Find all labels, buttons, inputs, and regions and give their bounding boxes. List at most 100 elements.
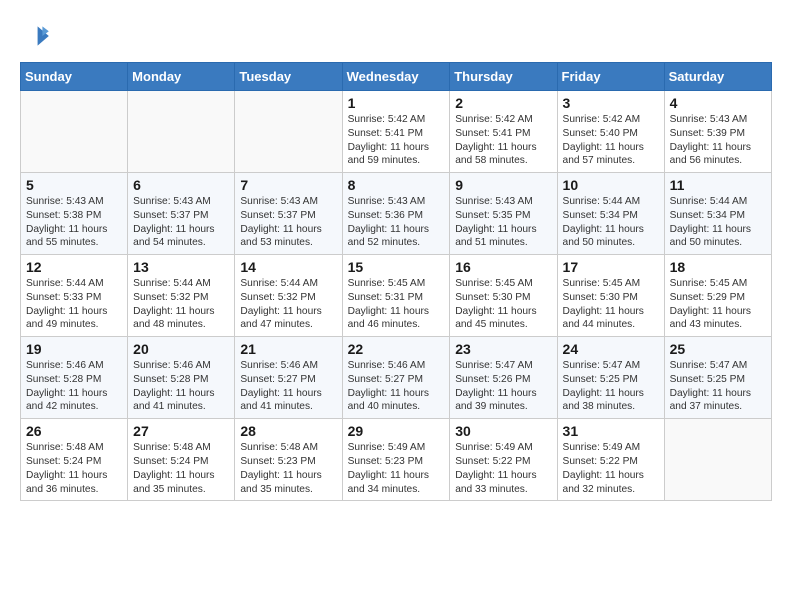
cell-content: Sunrise: 5:42 AM Sunset: 5:41 PM Dayligh… — [455, 113, 551, 168]
cell-content: Sunrise: 5:49 AM Sunset: 5:22 PM Dayligh… — [455, 441, 551, 496]
calendar-cell: 29 Sunrise: 5:49 AM Sunset: 5:23 PM Dayli… — [342, 419, 450, 501]
calendar-cell: 8 Sunrise: 5:43 AM Sunset: 5:36 PM Daylig… — [342, 173, 450, 255]
day-number: 8 — [348, 177, 445, 193]
calendar-week-4: 26Sunrise: 5:48 AM Sunset: 5:24 PM Dayli… — [21, 419, 772, 501]
calendar-week-1: 5 Sunrise: 5:43 AM Sunset: 5:38 PM Daylig… — [21, 173, 772, 255]
calendar-cell: 26Sunrise: 5:48 AM Sunset: 5:24 PM Dayli… — [21, 419, 128, 501]
cell-content: Sunrise: 5:45 AM Sunset: 5:29 PM Dayligh… — [670, 277, 766, 332]
calendar-cell: 1 Sunrise: 5:42 AM Sunset: 5:41 PM Daylig… — [342, 91, 450, 173]
cell-content: Sunrise: 5:48 AM Sunset: 5:24 PM Dayligh… — [26, 441, 122, 496]
day-number: 31 — [563, 423, 659, 439]
day-number: 9 — [455, 177, 551, 193]
cell-content: Sunrise: 5:45 AM Sunset: 5:30 PM Dayligh… — [455, 277, 551, 332]
cell-content: Sunrise: 5:43 AM Sunset: 5:39 PM Dayligh… — [670, 113, 766, 168]
day-number: 27 — [133, 423, 229, 439]
calendar-cell: 7Sunrise: 5:43 AM Sunset: 5:37 PM Daylig… — [235, 173, 342, 255]
cell-content: Sunrise: 5:47 AM Sunset: 5:25 PM Dayligh… — [670, 359, 766, 414]
col-header-tuesday: Tuesday — [235, 63, 342, 91]
cell-content: Sunrise: 5:43 AM Sunset: 5:35 PM Dayligh… — [455, 195, 551, 250]
calendar-cell: 16 Sunrise: 5:45 AM Sunset: 5:30 PM Dayli… — [450, 255, 557, 337]
calendar-cell: 20 Sunrise: 5:46 AM Sunset: 5:28 PM Dayli… — [128, 337, 235, 419]
calendar-cell: 25Sunrise: 5:47 AM Sunset: 5:25 PM Dayli… — [664, 337, 771, 419]
calendar-cell: 21 Sunrise: 5:46 AM Sunset: 5:27 PM Dayli… — [235, 337, 342, 419]
cell-content: Sunrise: 5:45 AM Sunset: 5:31 PM Dayligh… — [348, 277, 445, 332]
day-number: 2 — [455, 95, 551, 111]
logo-icon — [20, 20, 52, 52]
day-number: 20 — [133, 341, 229, 357]
cell-content: Sunrise: 5:47 AM Sunset: 5:25 PM Dayligh… — [563, 359, 659, 414]
header-row: SundayMondayTuesdayWednesdayThursdayFrid… — [21, 63, 772, 91]
calendar-cell: 30 Sunrise: 5:49 AM Sunset: 5:22 PM Dayli… — [450, 419, 557, 501]
cell-content: Sunrise: 5:43 AM Sunset: 5:36 PM Dayligh… — [348, 195, 445, 250]
cell-content: Sunrise: 5:44 AM Sunset: 5:33 PM Dayligh… — [26, 277, 122, 332]
day-number: 1 — [348, 95, 445, 111]
day-number: 4 — [670, 95, 766, 111]
cell-content: Sunrise: 5:44 AM Sunset: 5:34 PM Dayligh… — [563, 195, 659, 250]
calendar-week-2: 12Sunrise: 5:44 AM Sunset: 5:33 PM Dayli… — [21, 255, 772, 337]
cell-content: Sunrise: 5:45 AM Sunset: 5:30 PM Dayligh… — [563, 277, 659, 332]
cell-content: Sunrise: 5:43 AM Sunset: 5:37 PM Dayligh… — [240, 195, 336, 250]
day-number: 11 — [670, 177, 766, 193]
calendar-cell: 11 Sunrise: 5:44 AM Sunset: 5:34 PM Dayli… — [664, 173, 771, 255]
calendar-cell: 22 Sunrise: 5:46 AM Sunset: 5:27 PM Dayli… — [342, 337, 450, 419]
day-number: 14 — [240, 259, 336, 275]
day-number: 30 — [455, 423, 551, 439]
cell-content: Sunrise: 5:44 AM Sunset: 5:34 PM Dayligh… — [670, 195, 766, 250]
calendar-cell: 3 Sunrise: 5:42 AM Sunset: 5:40 PM Daylig… — [557, 91, 664, 173]
day-number: 22 — [348, 341, 445, 357]
calendar-cell: 13Sunrise: 5:44 AM Sunset: 5:32 PM Dayli… — [128, 255, 235, 337]
cell-content: Sunrise: 5:46 AM Sunset: 5:27 PM Dayligh… — [348, 359, 445, 414]
day-number: 29 — [348, 423, 445, 439]
calendar-week-0: 1 Sunrise: 5:42 AM Sunset: 5:41 PM Daylig… — [21, 91, 772, 173]
day-number: 21 — [240, 341, 336, 357]
day-number: 6 — [133, 177, 229, 193]
day-number: 3 — [563, 95, 659, 111]
day-number: 19 — [26, 341, 122, 357]
calendar-cell — [664, 419, 771, 501]
page-header — [20, 20, 772, 52]
calendar-cell: 18 Sunrise: 5:45 AM Sunset: 5:29 PM Dayli… — [664, 255, 771, 337]
calendar-cell — [21, 91, 128, 173]
day-number: 28 — [240, 423, 336, 439]
cell-content: Sunrise: 5:49 AM Sunset: 5:22 PM Dayligh… — [563, 441, 659, 496]
col-header-thursday: Thursday — [450, 63, 557, 91]
day-number: 10 — [563, 177, 659, 193]
day-number: 18 — [670, 259, 766, 275]
cell-content: Sunrise: 5:46 AM Sunset: 5:27 PM Dayligh… — [240, 359, 336, 414]
cell-content: Sunrise: 5:43 AM Sunset: 5:38 PM Dayligh… — [26, 195, 122, 250]
day-number: 23 — [455, 341, 551, 357]
cell-content: Sunrise: 5:44 AM Sunset: 5:32 PM Dayligh… — [240, 277, 336, 332]
calendar-cell: 14 Sunrise: 5:44 AM Sunset: 5:32 PM Dayli… — [235, 255, 342, 337]
day-number: 13 — [133, 259, 229, 275]
col-header-wednesday: Wednesday — [342, 63, 450, 91]
calendar-cell: 10 Sunrise: 5:44 AM Sunset: 5:34 PM Dayli… — [557, 173, 664, 255]
cell-content: Sunrise: 5:48 AM Sunset: 5:23 PM Dayligh… — [240, 441, 336, 496]
calendar-cell: 9 Sunrise: 5:43 AM Sunset: 5:35 PM Daylig… — [450, 173, 557, 255]
calendar-cell: 27Sunrise: 5:48 AM Sunset: 5:24 PM Dayli… — [128, 419, 235, 501]
calendar-cell — [235, 91, 342, 173]
calendar-week-3: 19 Sunrise: 5:46 AM Sunset: 5:28 PM Dayli… — [21, 337, 772, 419]
cell-content: Sunrise: 5:42 AM Sunset: 5:40 PM Dayligh… — [563, 113, 659, 168]
calendar-cell: 28 Sunrise: 5:48 AM Sunset: 5:23 PM Dayli… — [235, 419, 342, 501]
calendar-cell: 17 Sunrise: 5:45 AM Sunset: 5:30 PM Dayli… — [557, 255, 664, 337]
calendar-cell: 19 Sunrise: 5:46 AM Sunset: 5:28 PM Dayli… — [21, 337, 128, 419]
cell-content: Sunrise: 5:46 AM Sunset: 5:28 PM Dayligh… — [133, 359, 229, 414]
day-number: 24 — [563, 341, 659, 357]
calendar-cell: 15Sunrise: 5:45 AM Sunset: 5:31 PM Dayli… — [342, 255, 450, 337]
calendar-table: SundayMondayTuesdayWednesdayThursdayFrid… — [20, 62, 772, 501]
col-header-monday: Monday — [128, 63, 235, 91]
calendar-cell: 4 Sunrise: 5:43 AM Sunset: 5:39 PM Daylig… — [664, 91, 771, 173]
day-number: 16 — [455, 259, 551, 275]
cell-content: Sunrise: 5:46 AM Sunset: 5:28 PM Dayligh… — [26, 359, 122, 414]
cell-content: Sunrise: 5:43 AM Sunset: 5:37 PM Dayligh… — [133, 195, 229, 250]
day-number: 17 — [563, 259, 659, 275]
calendar-cell: 6 Sunrise: 5:43 AM Sunset: 5:37 PM Daylig… — [128, 173, 235, 255]
cell-content: Sunrise: 5:42 AM Sunset: 5:41 PM Dayligh… — [348, 113, 445, 168]
calendar-cell: 31 Sunrise: 5:49 AM Sunset: 5:22 PM Dayli… — [557, 419, 664, 501]
calendar-cell: 2 Sunrise: 5:42 AM Sunset: 5:41 PM Daylig… — [450, 91, 557, 173]
cell-content: Sunrise: 5:49 AM Sunset: 5:23 PM Dayligh… — [348, 441, 445, 496]
day-number: 5 — [26, 177, 122, 193]
calendar-cell — [128, 91, 235, 173]
col-header-friday: Friday — [557, 63, 664, 91]
calendar-cell: 24 Sunrise: 5:47 AM Sunset: 5:25 PM Dayli… — [557, 337, 664, 419]
